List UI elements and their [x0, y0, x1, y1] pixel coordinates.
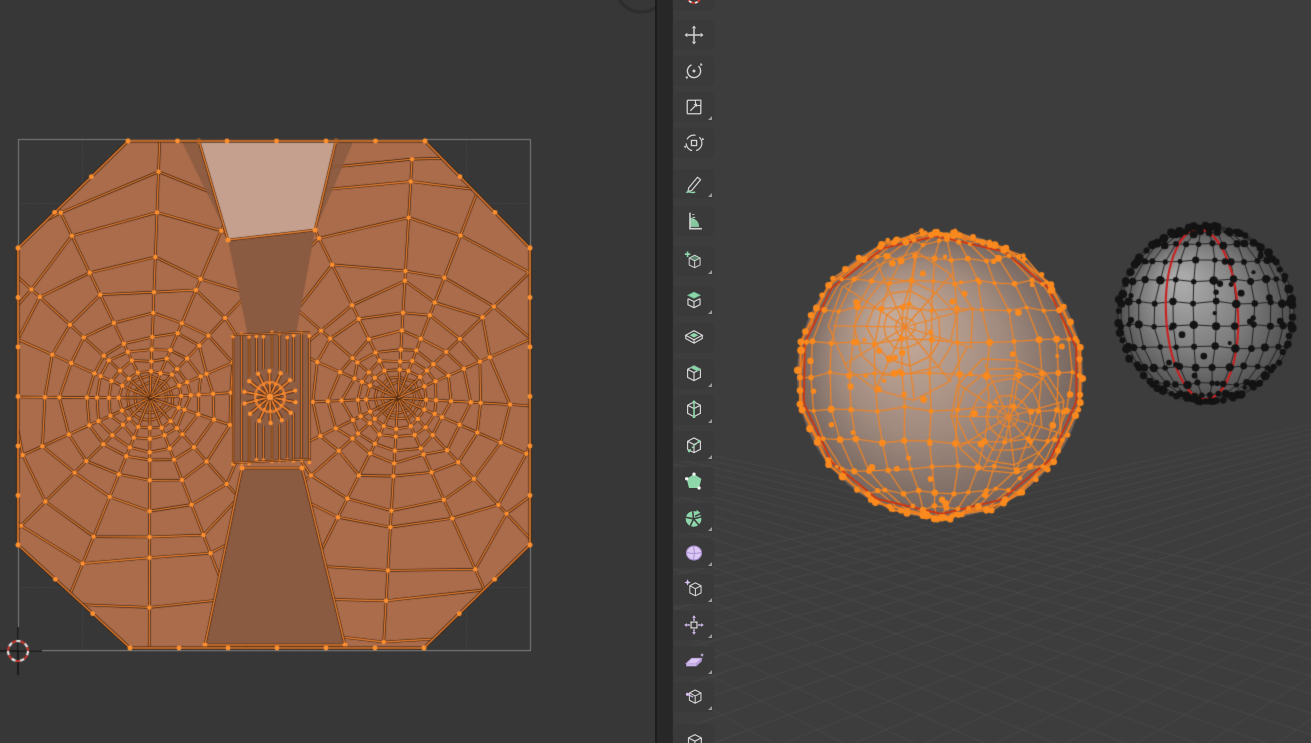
tool-loop-cut-button[interactable] [673, 395, 714, 425]
tool-submenu-indicator [708, 270, 712, 274]
tool-cursor-button[interactable] [673, 0, 714, 11]
tool-submenu-indicator [708, 634, 712, 638]
tool-add-cube-button[interactable] [673, 246, 714, 276]
rotate-icon [683, 60, 705, 82]
tool-knife-button[interactable] [673, 431, 714, 461]
move-icon [683, 24, 705, 46]
uv-editor-canvas[interactable] [0, 0, 655, 743]
tool-submenu-indicator [708, 455, 712, 459]
tool-submenu-indicator [708, 527, 712, 531]
bevel-icon [683, 363, 705, 385]
tool-shear-button[interactable] [673, 646, 714, 676]
uv-editor-panel [0, 0, 655, 743]
tool-move-button[interactable] [673, 20, 714, 50]
tool-rotate-button[interactable] [673, 56, 714, 86]
tool-rip-edge-button[interactable] [673, 724, 714, 743]
loop-cut-icon [683, 399, 705, 421]
tool-measure-button[interactable] [673, 206, 714, 236]
viewport-3d-canvas[interactable] [657, 0, 1311, 743]
tool-shrink-fatten-button[interactable] [673, 610, 714, 640]
transform-icon [683, 132, 705, 154]
tool-submenu-indicator [708, 419, 712, 423]
smooth-icon [683, 542, 705, 564]
add-cube-icon [683, 250, 705, 272]
knife-icon [683, 435, 705, 457]
tool-inset-faces-button[interactable] [673, 323, 714, 353]
tool-randomize-button[interactable] [673, 574, 714, 604]
tool-smooth-button[interactable] [673, 538, 714, 568]
tool-submenu-indicator [708, 598, 712, 602]
tool-submenu-indicator [708, 562, 712, 566]
tool-rip-region-button[interactable] [673, 682, 714, 712]
scale-icon [683, 96, 705, 118]
tool-spin-button[interactable] [673, 503, 714, 533]
tool-submenu-indicator [708, 310, 712, 314]
measure-icon [683, 210, 705, 232]
tool-extrude-region-button[interactable] [673, 286, 714, 316]
tool-bevel-button[interactable] [673, 359, 714, 389]
tool-submenu-indicator [708, 383, 712, 387]
tool-transform-button[interactable] [673, 128, 714, 158]
randomize-icon [683, 578, 705, 600]
tool-submenu-indicator [708, 193, 712, 197]
tool-submenu-indicator [708, 706, 712, 710]
tool-scale-button[interactable] [673, 92, 714, 122]
tool-submenu-indicator [708, 116, 712, 120]
cursor-icon [683, 0, 705, 7]
shrink-fatten-icon [683, 614, 705, 636]
tool-poly-build-button[interactable] [673, 467, 714, 497]
inset-icon [683, 327, 705, 349]
rip-edge-icon [683, 728, 705, 743]
shear-icon [683, 650, 705, 672]
viewport-3d-panel [657, 0, 1311, 743]
tool-annotate-button[interactable] [673, 169, 714, 199]
blender-window [0, 0, 1311, 743]
annotate-icon [683, 173, 705, 195]
poly-build-icon [683, 471, 705, 493]
extrude-icon [683, 290, 705, 312]
tool-submenu-indicator [708, 670, 712, 674]
rip-region-icon [683, 686, 705, 708]
spin-icon [683, 507, 705, 529]
